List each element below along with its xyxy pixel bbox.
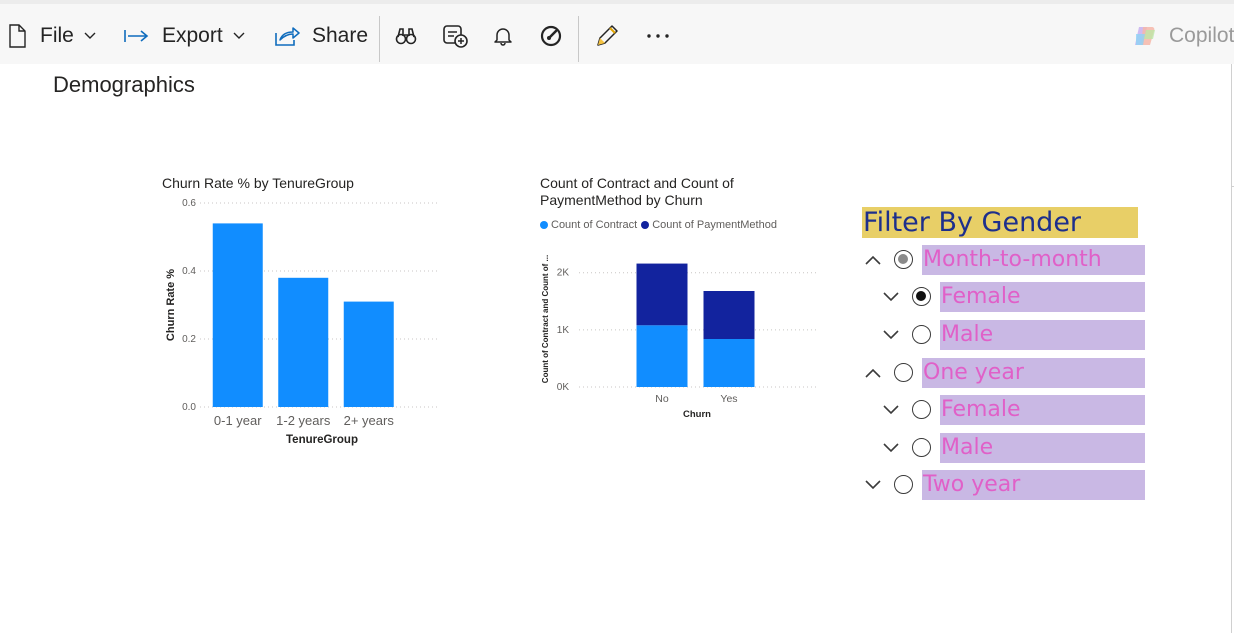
slicer-item[interactable]: Female xyxy=(881,282,1145,312)
gauge-icon xyxy=(540,25,562,47)
toolbar-divider xyxy=(578,16,579,62)
slicer-item[interactable]: Female xyxy=(881,395,1145,425)
copilot-label: Copilot xyxy=(1169,24,1234,47)
page-title: Demographics xyxy=(53,72,195,97)
slicer-item[interactable]: Male xyxy=(881,320,1145,350)
slicer-radio[interactable] xyxy=(894,363,913,382)
chart-title-line-2: PaymentMethod by Churn xyxy=(540,192,703,208)
binoculars-icon xyxy=(395,26,417,46)
canvas-right-border xyxy=(1231,64,1232,633)
chevron-down-icon[interactable] xyxy=(881,282,901,312)
export-menu-button[interactable]: Export xyxy=(124,8,245,64)
churn-rate-chart-title: Churn Rate % by TenureGroup xyxy=(162,175,354,191)
stacked-bar-segment[interactable] xyxy=(636,325,688,387)
stacked-bar-segment[interactable] xyxy=(703,291,755,339)
slicer-item-label: Male xyxy=(940,320,1145,350)
slicer-item-label: Two year xyxy=(922,470,1145,500)
y-axis-title: Churn Rate % xyxy=(165,269,177,341)
stacked-bar-segment[interactable] xyxy=(703,339,755,387)
slicer-radio[interactable] xyxy=(894,475,913,494)
subscribe-button[interactable] xyxy=(494,8,512,64)
slicer-item-label: Male xyxy=(940,433,1145,463)
chart-legend: Count of Contract Count of PaymentMethod xyxy=(540,219,781,231)
slicer-radio[interactable] xyxy=(912,400,931,419)
toolbar-divider xyxy=(379,16,380,62)
file-icon xyxy=(8,24,26,48)
slicer-radio[interactable] xyxy=(912,325,931,344)
x-tick-label: 2+ years xyxy=(344,413,395,428)
bar[interactable] xyxy=(343,301,394,407)
chevron-up-icon[interactable] xyxy=(863,245,883,275)
legend-marker-contract xyxy=(540,221,548,229)
share-label: Share xyxy=(312,24,369,47)
slicer-radio[interactable] xyxy=(912,438,931,457)
y-tick-label: 0.6 xyxy=(182,198,196,209)
chevron-down-icon xyxy=(233,32,245,40)
pencil-icon xyxy=(594,23,620,49)
slicer-item-label: Female xyxy=(940,395,1145,425)
report-toolbar: File Export Share Copilot xyxy=(0,0,1234,64)
chevron-down-icon[interactable] xyxy=(881,320,901,350)
x-tick-label: No xyxy=(655,393,669,405)
x-tick-label: 0-1 year xyxy=(214,413,262,428)
slicer-radio[interactable] xyxy=(894,250,913,269)
performance-button[interactable] xyxy=(540,8,562,64)
legend-marker-payment-method xyxy=(641,221,650,229)
binoculars-button[interactable] xyxy=(395,8,417,64)
x-axis-title: TenureGroup xyxy=(286,434,358,446)
y-tick-label: 0.4 xyxy=(182,266,196,277)
copilot-icon xyxy=(1132,25,1158,47)
copilot-button[interactable]: Copilot xyxy=(1132,8,1234,64)
legend-label-payment-method: Count of PaymentMethod xyxy=(652,219,777,231)
y-axis-title: Count of Contract and Count of ... xyxy=(541,255,550,383)
slicer-item[interactable]: Two year xyxy=(863,470,1145,500)
share-icon xyxy=(274,25,300,47)
legend-item-contract[interactable]: Count of Contract xyxy=(540,219,637,231)
legend-label-contract: Count of Contract xyxy=(551,219,638,231)
slicer-radio[interactable] xyxy=(912,287,931,306)
comment-add-icon xyxy=(443,24,469,48)
chevron-down-icon[interactable] xyxy=(881,433,901,463)
slicer-title: Filter By Gender xyxy=(862,207,1138,238)
churn-rate-chart[interactable]: 0.0 0.2 0.4 0.6 0-1 year 1-2 years 2+ years Ten… xyxy=(150,195,450,455)
slicer-item[interactable]: One year xyxy=(863,358,1145,388)
y-tick-label: 2K xyxy=(557,268,570,279)
more-options-button[interactable] xyxy=(646,8,670,64)
y-tick-label: 0.0 xyxy=(182,402,196,413)
edit-button[interactable] xyxy=(594,8,620,64)
y-tick-label: 1K xyxy=(557,325,570,336)
bar[interactable] xyxy=(212,223,263,407)
share-button[interactable]: Share xyxy=(274,8,368,64)
slicer-item[interactable]: Month-to-month xyxy=(863,245,1145,275)
y-tick-label: 0K xyxy=(557,382,570,393)
legend-item-payment-method[interactable]: Count of PaymentMethod xyxy=(641,219,777,231)
chevron-down-icon[interactable] xyxy=(881,395,901,425)
x-tick-label: 1-2 years xyxy=(276,413,331,428)
slicer-item-label: Female xyxy=(940,282,1145,312)
x-tick-label: Yes xyxy=(720,393,737,405)
export-label: Export xyxy=(162,24,223,47)
chevron-down-icon xyxy=(84,32,96,40)
stacked-bar-segment[interactable] xyxy=(636,263,688,326)
slicer-item[interactable]: Male xyxy=(881,433,1145,463)
export-icon xyxy=(124,28,150,44)
slicer-item-label: Month-to-month xyxy=(922,245,1145,275)
chevron-up-icon[interactable] xyxy=(863,358,883,388)
file-label: File xyxy=(40,24,74,47)
contract-payment-chart[interactable]: 0K 1K 2K No Yes Churn Count of Contract and Co… xyxy=(535,245,825,425)
file-menu-button[interactable]: File xyxy=(8,8,96,64)
more-icon xyxy=(646,33,670,39)
chevron-down-icon[interactable] xyxy=(863,470,883,500)
contract-payment-chart-title: Count of Contract and Count of PaymentMe… xyxy=(540,175,734,209)
bell-icon xyxy=(494,26,512,46)
chart-title-line-1: Count of Contract and Count of xyxy=(540,175,734,191)
y-tick-label: 0.2 xyxy=(182,334,196,345)
bar[interactable] xyxy=(278,277,329,407)
add-comment-button[interactable] xyxy=(443,8,469,64)
x-axis-title: Churn xyxy=(683,409,711,420)
slicer-item-label: One year xyxy=(922,358,1145,388)
